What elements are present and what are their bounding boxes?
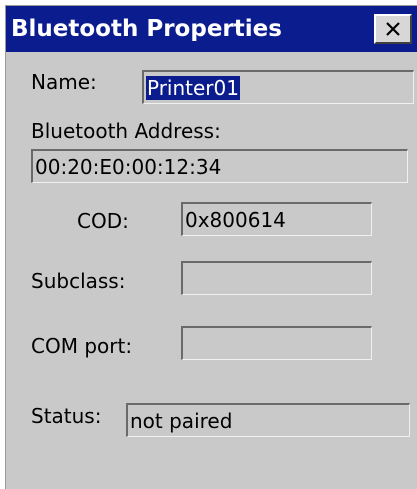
- status-value: not paired: [130, 409, 233, 433]
- window-title: Bluetooth Properties: [11, 16, 282, 42]
- bluetooth-address-field[interactable]: 00:20:E0:00:12:34: [31, 149, 408, 183]
- close-button[interactable]: [374, 14, 412, 44]
- subclass-field[interactable]: [181, 261, 372, 295]
- cod-value: 0x800614: [185, 208, 286, 232]
- close-icon: [386, 22, 400, 36]
- status-field[interactable]: not paired: [126, 403, 410, 437]
- title-bar: Bluetooth Properties: [6, 6, 417, 52]
- status-label: Status:: [31, 404, 102, 428]
- name-field[interactable]: Printer01: [142, 70, 414, 104]
- name-label: Name:: [31, 70, 97, 94]
- bluetooth-address-value: 00:20:E0:00:12:34: [35, 155, 222, 179]
- com-port-label: COM port:: [31, 334, 133, 358]
- subclass-label: Subclass:: [31, 269, 126, 293]
- bluetooth-address-label: Bluetooth Address:: [31, 119, 221, 143]
- cod-label: COD:: [77, 209, 129, 233]
- cod-field[interactable]: 0x800614: [181, 202, 372, 236]
- com-port-field[interactable]: [181, 326, 372, 360]
- bluetooth-properties-dialog: Bluetooth Properties Name: Printer01 Blu…: [5, 5, 417, 489]
- name-value: Printer01: [146, 76, 240, 100]
